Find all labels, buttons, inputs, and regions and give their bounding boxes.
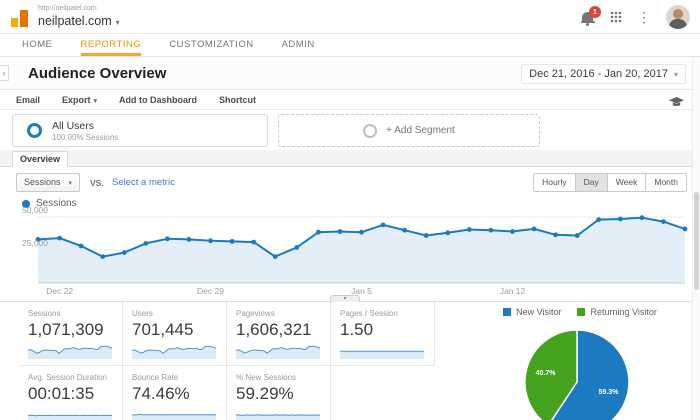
segment-circle-icon bbox=[27, 123, 42, 138]
vs-label: VS. bbox=[90, 178, 104, 188]
notification-badge: 1 bbox=[589, 5, 601, 18]
report-tabstrip: Overview bbox=[0, 150, 700, 167]
primary-nav: HOME REPORTING CUSTOMIZATION ADMIN bbox=[0, 34, 700, 57]
account-name: neilpatel.com bbox=[38, 14, 112, 28]
new-visitor-swatch-icon bbox=[503, 308, 512, 316]
nav-item-reporting[interactable]: REPORTING bbox=[80, 34, 142, 56]
nav-item-admin[interactable]: ADMIN bbox=[282, 34, 315, 56]
analytics-app-window: http://neilpatel.com neilpatel.com ▾ 1 ⋮ … bbox=[0, 0, 700, 420]
notifications-button[interactable]: 1 bbox=[580, 5, 601, 26]
metric-value: 74.46% bbox=[132, 384, 190, 403]
legend-returning-visitor[interactable]: Returning Visitor bbox=[577, 307, 657, 317]
svg-text:50,000: 50,000 bbox=[22, 205, 48, 215]
avg-session-duration-sparkline bbox=[28, 414, 112, 420]
metric-label: Users bbox=[132, 309, 153, 318]
overview-summary-section: Sessions 1,071,309 Users 701,445 Pagevie… bbox=[0, 302, 700, 420]
metric-card-pageviews[interactable]: Pageviews 1,606,321 bbox=[227, 302, 331, 366]
pie-legend: New Visitor Returning Visitor bbox=[470, 307, 690, 317]
bounce-rate-sparkline bbox=[132, 413, 216, 420]
metric-caret-icon: ▾ bbox=[68, 180, 73, 187]
svg-text:40.7%: 40.7% bbox=[536, 370, 557, 377]
sessions-timeline-chart[interactable]: 50,00025,000Dec 22 Dec 29 Jan 5 Jan 12 bbox=[0, 205, 700, 302]
svg-text:59.3%: 59.3% bbox=[598, 389, 619, 396]
select-metric-link[interactable]: Select a metric bbox=[112, 177, 175, 188]
add-segment-circle-icon bbox=[363, 123, 378, 138]
date-range-value: Dec 21, 2016 - Jan 20, 2017 bbox=[529, 68, 668, 80]
title-row: › Audience Overview Dec 21, 2016 - Jan 2… bbox=[0, 57, 700, 90]
metric-card-users[interactable]: Users 701,445 bbox=[123, 302, 227, 366]
metric-card-new-sessions[interactable]: % New Sessions 59.29% bbox=[227, 366, 331, 420]
users-sparkline bbox=[132, 345, 216, 359]
metric-value: 1,071,309 bbox=[28, 320, 104, 339]
add-segment-label: + Add Segment bbox=[386, 125, 455, 136]
segments-area: All Users 100.00% Sessions + Add Segment bbox=[0, 110, 700, 150]
metric-value: 59.29% bbox=[236, 384, 294, 403]
sessions-sparkline bbox=[28, 345, 112, 359]
svg-text:Jan 12: Jan 12 bbox=[500, 286, 526, 296]
sessions-chart-panel: Sessions ▾ VS. Select a metric Hourly Day… bbox=[0, 167, 700, 303]
pageviews-sparkline bbox=[236, 345, 320, 359]
report-toolbar: Email Export ▾ Add to Dashboard Shortcut bbox=[0, 90, 700, 110]
granularity-day-button[interactable]: Day bbox=[574, 173, 608, 192]
svg-text:25,000: 25,000 bbox=[22, 238, 48, 248]
metric-card-pages-per-session[interactable]: Pages / Session 1.50 bbox=[331, 302, 435, 366]
segment-title: All Users bbox=[52, 119, 95, 132]
legend-new-visitor[interactable]: New Visitor bbox=[503, 307, 561, 317]
metric-selector-dropdown[interactable]: Sessions ▾ bbox=[16, 173, 81, 192]
metric-value: 701,445 bbox=[132, 320, 194, 339]
metric-value: 00:01:35 bbox=[28, 384, 95, 403]
svg-text:Dec 29: Dec 29 bbox=[197, 286, 224, 296]
add-to-dashboard-button[interactable]: Add to Dashboard bbox=[119, 95, 197, 105]
nav-item-customization[interactable]: CUSTOMIZATION bbox=[169, 34, 253, 56]
date-range-selector[interactable]: Dec 21, 2016 - Jan 20, 2017 ▾ bbox=[521, 64, 686, 84]
segment-all-users[interactable]: All Users 100.00% Sessions bbox=[12, 114, 268, 147]
metric-card-sessions[interactable]: Sessions 1,071,309 bbox=[19, 302, 123, 366]
add-segment-button[interactable]: + Add Segment bbox=[278, 114, 540, 147]
kebab-menu-icon[interactable]: ⋮ bbox=[637, 10, 651, 24]
returning-visitor-swatch-icon bbox=[577, 308, 586, 316]
metric-card-bounce-rate[interactable]: Bounce Rate 74.46% bbox=[123, 366, 227, 420]
page-title: Audience Overview bbox=[28, 65, 167, 82]
segment-subtitle: 100.00% Sessions bbox=[52, 132, 119, 142]
visitor-type-pie-chart[interactable]: 59.3% 40.7% bbox=[470, 322, 695, 420]
account-caret-icon: ▾ bbox=[115, 18, 120, 27]
granularity-month-button[interactable]: Month bbox=[645, 173, 687, 192]
pages-per-session-sparkline bbox=[340, 350, 424, 359]
metric-label: Pages / Session bbox=[340, 309, 398, 318]
metric-label: Sessions bbox=[28, 309, 61, 318]
shortcut-button[interactable]: Shortcut bbox=[219, 95, 256, 105]
metric-label: Bounce Rate bbox=[132, 373, 179, 382]
metric-label: % New Sessions bbox=[236, 373, 297, 382]
email-button[interactable]: Email bbox=[16, 95, 40, 105]
date-caret-icon: ▾ bbox=[673, 70, 678, 79]
graduation-cap-icon bbox=[669, 97, 684, 106]
metric-value: 1.50 bbox=[340, 320, 374, 339]
export-button[interactable]: Export ▾ bbox=[62, 95, 97, 105]
nav-item-home[interactable]: HOME bbox=[22, 34, 53, 56]
metric-label: Avg. Session Duration bbox=[28, 373, 108, 382]
svg-text:Dec 22: Dec 22 bbox=[46, 286, 73, 296]
property-url: http://neilpatel.com bbox=[38, 5, 97, 12]
export-caret-icon: ▾ bbox=[93, 97, 98, 105]
metric-value: 1,606,321 bbox=[236, 320, 312, 339]
apps-grid-icon[interactable] bbox=[610, 11, 622, 23]
account-selector[interactable]: neilpatel.com ▾ bbox=[38, 14, 120, 28]
scrollbar-thumb[interactable] bbox=[694, 192, 699, 290]
vertical-scrollbar bbox=[692, 57, 700, 420]
granularity-hourly-button[interactable]: Hourly bbox=[533, 173, 576, 192]
top-header-bar: http://neilpatel.com neilpatel.com ▾ 1 ⋮ bbox=[0, 0, 700, 34]
granularity-button-group: Hourly Day Week Month bbox=[533, 173, 687, 192]
google-analytics-logo-icon[interactable] bbox=[11, 8, 31, 27]
new-sessions-sparkline bbox=[236, 414, 320, 420]
metric-label: Pageviews bbox=[236, 309, 275, 318]
metric-card-avg-session-duration[interactable]: Avg. Session Duration 00:01:35 bbox=[19, 366, 123, 420]
avatar[interactable] bbox=[666, 5, 690, 29]
sidebar-expand-toggle[interactable]: › bbox=[0, 65, 9, 81]
granularity-week-button[interactable]: Week bbox=[606, 173, 647, 192]
tab-overview[interactable]: Overview bbox=[12, 151, 68, 167]
